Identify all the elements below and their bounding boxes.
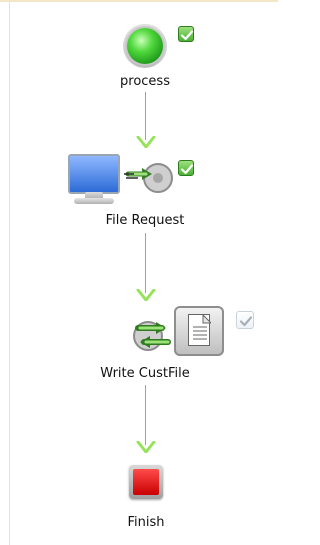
finish-node[interactable] xyxy=(126,462,166,502)
process-label: process xyxy=(120,74,170,89)
document-icon xyxy=(174,306,224,356)
workflow-canvas: process File Request Write CustFile Fini… xyxy=(0,0,278,545)
send-gear-icon xyxy=(124,163,173,193)
finish-square-icon xyxy=(129,465,163,499)
monitor-icon xyxy=(68,154,120,194)
checkbox-disabled-icon[interactable] xyxy=(236,311,254,329)
checkmark-icon[interactable] xyxy=(178,160,194,176)
arrow-head-icon xyxy=(136,289,156,301)
flow-connector xyxy=(145,92,146,140)
flow-connector xyxy=(145,233,146,293)
finish-square-inner xyxy=(133,469,159,495)
canvas-top-border xyxy=(0,0,278,2)
document-page xyxy=(188,313,213,346)
flow-connector xyxy=(145,385,146,445)
write-custfile-label: Write CustFile xyxy=(100,366,190,381)
file-request-label: File Request xyxy=(105,213,185,228)
arrow-head-icon xyxy=(136,136,156,148)
checkmark-icon[interactable] xyxy=(178,26,194,42)
start-circle-icon xyxy=(127,28,163,64)
file-request-node[interactable] xyxy=(68,150,178,220)
monitor-base xyxy=(74,198,114,204)
process-node[interactable] xyxy=(119,20,179,75)
finish-label: Finish xyxy=(127,515,165,530)
write-custfile-node[interactable] xyxy=(128,306,238,364)
canvas-left-border xyxy=(9,0,10,545)
exchange-gear-icon xyxy=(133,321,171,351)
arrow-head-icon xyxy=(136,441,156,453)
